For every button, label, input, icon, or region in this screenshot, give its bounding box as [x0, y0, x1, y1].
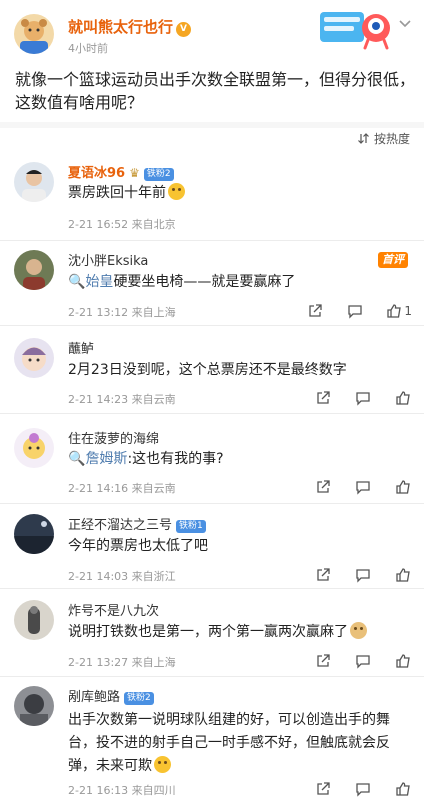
smile-emoji-icon [154, 756, 171, 773]
divider [0, 588, 424, 589]
comment-item: 剐库鲍路 铁粉2 出手次数第一说明球队组建的好，可以创造出手的舞台，投不进的射手自… [0, 686, 424, 800]
comment-item: 炸号不是八九次 说明打铁数也是第一，两个第一赢两次赢麻了 2-21 13:27 … [0, 600, 424, 675]
post-header: 就叫熊太行也行 V 4小时前 [0, 0, 424, 62]
promo-badge-icon[interactable] [318, 6, 394, 52]
comment-actions [314, 652, 412, 670]
laugh-cry-emoji-icon [168, 183, 185, 200]
thumbs-up-icon [387, 304, 402, 318]
comment-item: 蘸鲈 2月23日没到呢，这个总票房还不是最终数字 2-21 14:23 来自云南 [0, 338, 424, 408]
post-time: 4小时前 [68, 42, 108, 55]
comment-text: 今年的票房也太低了吧 [68, 538, 208, 554]
comment-actions [314, 780, 412, 798]
comment-actions [314, 478, 412, 496]
post-body: 就像一个篮球运动员出手次数全联盟第一，但得分很低，这数值有啥用呢？ [15, 70, 416, 112]
commenter-name[interactable]: 夏语冰96 ♛ 铁粉2 [68, 162, 174, 181]
thumbs-up-icon[interactable] [394, 389, 412, 407]
comment-item: 夏语冰96 ♛ 铁粉2 票房跌回十年前 2-21 16:52 来自北京 [0, 162, 424, 242]
comment-text: 说明打铁数也是第一，两个第一赢两次赢麻了 [68, 621, 413, 644]
commenter-name[interactable]: 蘸鲈 [68, 338, 94, 357]
divider [0, 676, 424, 677]
comment-item: 正经不溜达之三号 铁粉1 今年的票房也太低了吧 2-21 14:03 来自浙江 [0, 514, 424, 584]
doge-emoji-icon [350, 622, 367, 639]
commenter-avatar[interactable] [14, 600, 54, 640]
thumbs-up-icon[interactable] [394, 478, 412, 496]
thumbs-up-icon[interactable] [394, 566, 412, 584]
comment-meta: 2-21 16:13 来自四川 [68, 784, 176, 797]
comment-actions [314, 389, 412, 407]
commenter-name[interactable]: 剐库鲍路 铁粉2 [68, 686, 154, 705]
divider [0, 325, 424, 326]
comment-icon[interactable] [346, 302, 364, 320]
share-icon[interactable] [314, 566, 332, 584]
commenter-name[interactable]: 沈小胖Eksika [68, 250, 148, 269]
comment-meta: 2-21 14:16 来自云南 [68, 482, 176, 495]
fan-level-badge: 铁粉2 [143, 168, 174, 181]
commenter-name[interactable]: 住在菠萝的海绵 [68, 428, 159, 447]
commenter-avatar[interactable] [14, 514, 54, 554]
comment-text: 2月23日没到呢，这个总票房还不是最终数字 [68, 362, 347, 378]
sort-label: 按热度 [373, 132, 410, 146]
comment-item: 沈小胖Eksika 首评 🔍始皇硬要坐电椅——就是要赢麻了 2-21 13:12… [0, 250, 424, 325]
comment-icon[interactable] [354, 389, 372, 407]
commenter-avatar[interactable] [14, 162, 54, 202]
comment-text: 票房跌回十年前 [68, 182, 413, 205]
share-icon[interactable] [306, 302, 324, 320]
thumbs-up-icon[interactable] [394, 652, 412, 670]
comment-icon[interactable] [354, 566, 372, 584]
like-count: 1 [404, 304, 412, 318]
thumbs-up-icon[interactable] [394, 780, 412, 798]
comment-actions [314, 566, 412, 584]
share-icon[interactable] [314, 478, 332, 496]
like-button[interactable]: 1 [386, 302, 412, 320]
first-comment-badge: 首评 [378, 252, 408, 268]
comment-meta: 2-21 16:52 来自北京 [68, 218, 176, 231]
post-author-name[interactable]: 就叫熊太行也行 V [68, 16, 192, 37]
commenter-name[interactable]: 正经不溜达之三号 铁粉1 [68, 514, 206, 533]
comment-icon[interactable] [354, 478, 372, 496]
comment-text: 出手次数第一说明球队组建的好，可以创造出手的舞台，投不进的射手自己一时手感不好，… [68, 712, 390, 774]
comment-meta: 2-21 13:27 来自上海 [68, 656, 176, 669]
commenter-avatar[interactable] [14, 250, 54, 290]
mention-link[interactable]: 🔍詹姆斯 [68, 451, 127, 467]
fan-level-badge: 铁粉2 [124, 692, 154, 705]
sort-toggle[interactable]: 按热度 [357, 130, 410, 147]
share-icon[interactable] [314, 389, 332, 407]
fan-level-badge: 铁粉1 [176, 520, 206, 533]
commenter-avatar[interactable] [14, 338, 54, 378]
comment-text: 🔍詹姆斯:这也有我的事? [68, 451, 224, 467]
comment-text: 🔍始皇硬要坐电椅——就是要赢麻了 [68, 274, 296, 290]
divider [0, 240, 424, 241]
post-author-avatar[interactable] [14, 14, 54, 54]
comment-meta: 2-21 14:03 来自浙江 [68, 570, 176, 583]
divider [0, 503, 424, 504]
commenter-avatar[interactable] [14, 428, 54, 468]
section-divider [0, 122, 424, 128]
crown-icon: ♛ [129, 166, 140, 180]
comment-item: 住在菠萝的海绵 🔍詹姆斯:这也有我的事? 2-21 14:16 来自云南 [0, 428, 424, 498]
commenter-avatar[interactable] [14, 686, 54, 726]
divider [0, 413, 424, 414]
commenter-name[interactable]: 炸号不是八九次 [68, 600, 159, 619]
comment-icon[interactable] [354, 652, 372, 670]
share-icon[interactable] [314, 780, 332, 798]
comment-meta: 2-21 14:23 来自云南 [68, 393, 176, 406]
share-icon[interactable] [314, 652, 332, 670]
comment-actions: 1 [306, 302, 412, 320]
comment-icon[interactable] [354, 780, 372, 798]
verified-icon: V [176, 22, 192, 37]
comment-meta: 2-21 13:12 来自上海 [68, 306, 176, 319]
chevron-down-icon[interactable] [397, 15, 413, 31]
sort-icon [358, 133, 369, 144]
mention-link[interactable]: 🔍始皇 [68, 274, 113, 290]
